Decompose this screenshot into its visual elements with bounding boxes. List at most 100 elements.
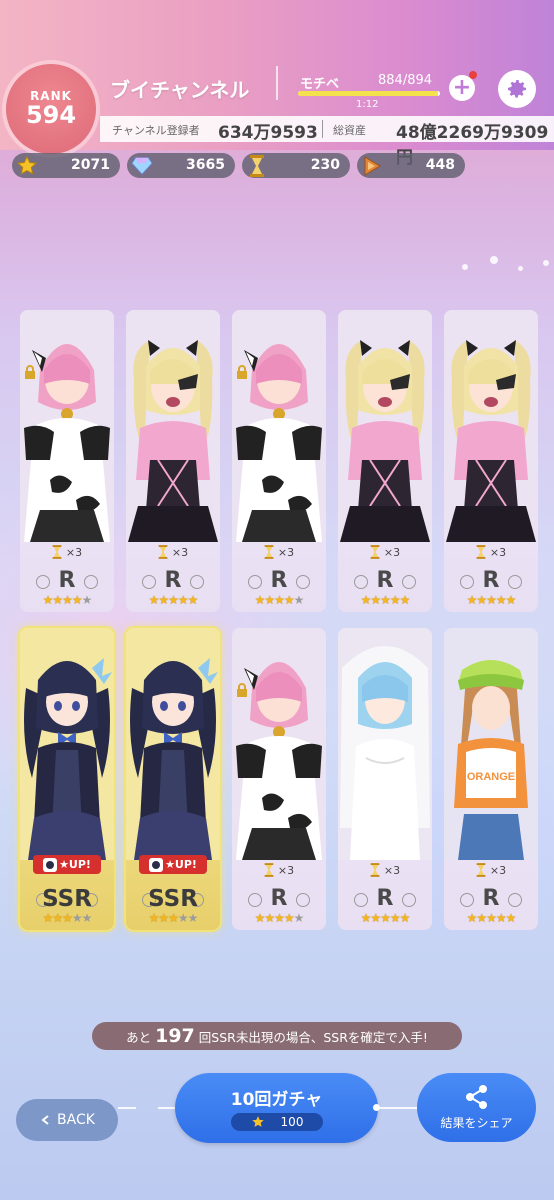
star-icon: ★ bbox=[81, 593, 93, 607]
star-icon: ★ bbox=[62, 593, 73, 607]
gacha-label: 10回ガチャ bbox=[230, 1090, 323, 1110]
star-icon: ★ bbox=[380, 911, 391, 925]
rank-badge: RANK 594 bbox=[6, 64, 96, 154]
currency-diamonds[interactable]: 3665 bbox=[127, 153, 235, 178]
star-icon: ★ bbox=[466, 911, 478, 925]
result-card-r[interactable]: ×3 R ★★★★★ bbox=[232, 628, 326, 930]
result-card-ssr[interactable]: ★UP! SSR ★★★★★ bbox=[126, 628, 220, 930]
stamina-timer: 1:12 bbox=[356, 99, 379, 110]
star-icon: ★ bbox=[254, 593, 266, 607]
star-icon: ★ bbox=[158, 911, 169, 925]
star-icon: ★ bbox=[486, 593, 497, 607]
result-card-r[interactable]: ×3 R ★★★★★ bbox=[444, 310, 538, 612]
lock-icon bbox=[235, 682, 249, 697]
duplicate-count: ×3 bbox=[277, 863, 295, 877]
result-card-r[interactable]: ×3 R ★★★★★ bbox=[232, 310, 326, 612]
gear-icon bbox=[508, 80, 526, 98]
channel-name[interactable]: ブイチャンネル bbox=[110, 74, 249, 103]
rarity-label: R bbox=[164, 568, 182, 593]
stamina-bar bbox=[298, 91, 440, 96]
rate-up-badge: ★UP! bbox=[139, 855, 207, 874]
share-label: 結果をシェア bbox=[440, 1116, 513, 1130]
subscribers-value: 634万9593 bbox=[218, 123, 318, 143]
star-icon: ★ bbox=[254, 911, 266, 925]
currency-stars[interactable]: 2071 bbox=[12, 153, 120, 178]
duplicate-count: ×3 bbox=[171, 545, 189, 559]
star-icon: ★ bbox=[168, 911, 179, 925]
hourglass-icon bbox=[476, 863, 486, 877]
ticket-icon bbox=[360, 154, 383, 177]
currency-tickets[interactable]: 448 bbox=[357, 153, 465, 178]
gacha-cost-value: 100 bbox=[280, 1115, 304, 1129]
result-card-r[interactable]: ×3 R ★★★★★ bbox=[20, 310, 114, 612]
character-art-dark-hair-blue-bow bbox=[126, 628, 220, 860]
back-button[interactable]: BACK bbox=[16, 1099, 118, 1141]
star-icon: ★ bbox=[264, 593, 275, 607]
character-art-dark-hair-blue-bow bbox=[20, 628, 114, 860]
star-rating: ★★★★★ bbox=[338, 593, 432, 607]
share-result-button[interactable]: 結果をシェア bbox=[417, 1073, 536, 1142]
ssr-guarantee-notice: あと 197 回SSR未出現の場合、SSRを確定で入手! bbox=[92, 1022, 462, 1050]
notice-suffix: 回SSR未出現の場合、SSRを確定で入手! bbox=[198, 1029, 428, 1045]
star-icon: ★ bbox=[52, 593, 63, 607]
star-icon: ★ bbox=[486, 911, 497, 925]
diamond-icon bbox=[130, 154, 153, 177]
rank-value: 594 bbox=[25, 101, 77, 129]
star-rating: ★★★★★ bbox=[20, 911, 114, 925]
character-art-blue-hair-white-veil bbox=[338, 628, 432, 860]
result-card-r[interactable]: ×3 R ★★★★★ bbox=[338, 628, 432, 930]
star-icon: ★ bbox=[42, 593, 54, 607]
duplicate-count: ×3 bbox=[383, 863, 401, 877]
star-icon: ★ bbox=[158, 593, 169, 607]
result-card-r[interactable]: ×3 R ★★★★★ bbox=[338, 310, 432, 612]
star-icon bbox=[251, 1116, 264, 1127]
star-rating: ★★★★★ bbox=[444, 911, 538, 925]
result-card-r[interactable]: ×3 R ★★★★★ bbox=[126, 310, 220, 612]
stamina-bar-fill bbox=[298, 91, 439, 96]
currency-hourglass[interactable]: 230 bbox=[242, 153, 350, 178]
duplicate-reward: ×3 bbox=[467, 861, 515, 879]
connector-line bbox=[378, 1107, 417, 1109]
decor-dot bbox=[518, 266, 523, 271]
character-art-blonde-twintail-pink-dress bbox=[126, 310, 220, 542]
character-art-orange-visor-shirt: ORANGE bbox=[444, 628, 538, 860]
star-icon: ★ bbox=[274, 911, 285, 925]
star-icon: ★ bbox=[264, 911, 275, 925]
rate-up-label: ★UP! bbox=[165, 858, 197, 871]
star-icon: ★ bbox=[187, 593, 199, 607]
settings-button[interactable] bbox=[498, 70, 536, 108]
star-icon: ★ bbox=[293, 911, 305, 925]
star-rating: ★★★★★ bbox=[20, 593, 114, 607]
duplicate-count: ×3 bbox=[489, 545, 507, 559]
star-icon: ★ bbox=[62, 911, 73, 925]
star-icon: ★ bbox=[148, 593, 160, 607]
ten-pull-gacha-button[interactable]: 10回ガチャ 100 bbox=[175, 1073, 378, 1143]
result-card-ssr[interactable]: ★UP! SSR ★★★★★ bbox=[20, 628, 114, 930]
star-icon: ★ bbox=[495, 593, 507, 607]
star-rating: ★★★★★ bbox=[444, 593, 538, 607]
character-art-blonde-twintail-pink-dress bbox=[444, 310, 538, 542]
currency-value: 2071 bbox=[71, 157, 110, 173]
duplicate-reward: ×3 bbox=[255, 543, 303, 561]
rate-up-badge: ★UP! bbox=[33, 855, 101, 874]
rarity-label: R bbox=[58, 568, 76, 593]
character-face-icon bbox=[149, 857, 164, 872]
star-icon: ★ bbox=[466, 593, 478, 607]
character-art-pink-hair-cow-costume bbox=[232, 628, 326, 860]
result-card-r[interactable]: ORANGE ×3 R ★★★★★ bbox=[444, 628, 538, 930]
star-icon: ★ bbox=[187, 911, 199, 925]
assets-label: 総資産 bbox=[333, 124, 366, 137]
rarity-label: SSR bbox=[148, 886, 198, 912]
star-icon: ★ bbox=[370, 911, 381, 925]
star-icon: ★ bbox=[505, 593, 517, 607]
hourglass-icon bbox=[370, 863, 380, 877]
character-face-icon bbox=[43, 857, 58, 872]
rarity-label: R bbox=[270, 568, 288, 593]
shirt-text: ORANGE bbox=[467, 771, 515, 783]
star-icon: ★ bbox=[399, 911, 411, 925]
hourglass-icon bbox=[245, 154, 268, 177]
gacha-cost: 100 bbox=[231, 1113, 323, 1131]
character-art-pink-hair-cow-costume bbox=[232, 310, 326, 542]
star-icon: ★ bbox=[399, 593, 411, 607]
duplicate-reward: ×3 bbox=[149, 543, 197, 561]
